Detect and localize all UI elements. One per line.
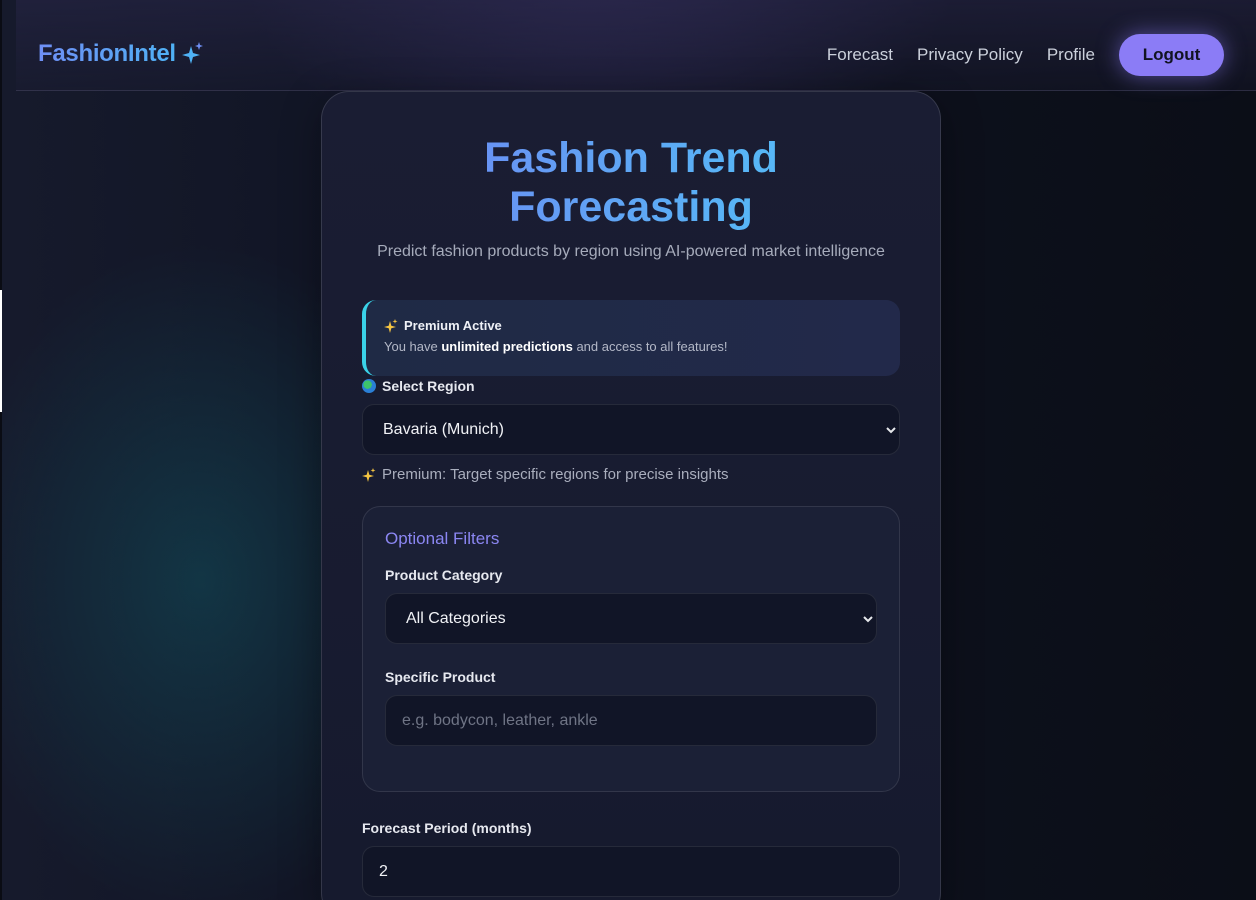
forecast-period-label-text: Forecast Period (months) xyxy=(362,820,532,836)
specific-product-input[interactable] xyxy=(385,695,877,746)
nav-link-profile[interactable]: Profile xyxy=(1047,34,1095,76)
globe-icon xyxy=(362,379,376,393)
top-navbar: FashionIntel Forecast Privacy Policy Pro… xyxy=(16,0,1256,91)
premium-text-after: and access to all features! xyxy=(572,339,728,354)
premium-title: Premium Active xyxy=(384,318,900,333)
forecast-period-label: Forecast Period (months) xyxy=(362,820,532,836)
forecast-card: Fashion Trend Forecasting Predict fashio… xyxy=(321,91,941,900)
chevron-down-icon xyxy=(886,427,896,434)
logout-button[interactable]: Logout xyxy=(1119,34,1224,76)
region-helper: Premium: Target specific regions for pre… xyxy=(362,466,729,483)
product-label-text: Specific Product xyxy=(385,669,496,685)
filters-title: Optional Filters xyxy=(385,529,500,548)
premium-text-before: You have xyxy=(384,339,442,354)
region-helper-text: Premium: Target specific regions for pre… xyxy=(382,466,729,483)
window-edge-highlight xyxy=(0,290,2,412)
nav-links: Forecast Privacy Policy Profile Logout xyxy=(827,34,1224,76)
product-label: Specific Product xyxy=(385,669,495,685)
optional-filters-panel: Optional Filters Product Category All Ca… xyxy=(362,506,900,792)
premium-text-strong: unlimited predictions xyxy=(441,339,573,354)
region-select[interactable]: Bavaria (Munich) xyxy=(362,404,900,455)
sparkles-icon xyxy=(362,467,376,482)
page-title: Fashion Trend Forecasting xyxy=(322,134,940,232)
region-select-value: Bavaria (Munich) xyxy=(383,420,504,438)
category-select-value: All Categories xyxy=(406,609,506,627)
brand-name[interactable]: FashionIntel xyxy=(38,40,176,68)
nav-link-forecast[interactable]: Forecast xyxy=(827,34,893,76)
premium-description: You have unlimited predictions and acces… xyxy=(384,339,900,354)
category-select[interactable]: All Categories xyxy=(385,593,877,644)
category-label-text: Product Category xyxy=(385,567,503,583)
sparkles-icon xyxy=(181,42,203,64)
page-subtitle: Predict fashion products by region using… xyxy=(377,243,885,260)
brand-logo[interactable]: FashionIntel xyxy=(38,40,204,68)
sparkles-icon xyxy=(384,318,398,333)
nav-link-privacy-policy[interactable]: Privacy Policy xyxy=(917,34,1023,76)
category-label: Product Category xyxy=(385,567,502,583)
premium-title-text: Premium Active xyxy=(404,318,502,333)
premium-status-banner: Premium Active You have unlimited predic… xyxy=(362,300,900,376)
forecast-period-input[interactable] xyxy=(362,846,900,897)
page-title-line-2: Forecasting xyxy=(509,183,753,231)
page-title-line-1: Fashion Trend xyxy=(484,134,778,182)
region-label: Select Region xyxy=(362,378,475,394)
window-edge xyxy=(0,0,2,900)
region-label-text: Select Region xyxy=(382,378,475,394)
chevron-down-icon xyxy=(863,616,873,623)
